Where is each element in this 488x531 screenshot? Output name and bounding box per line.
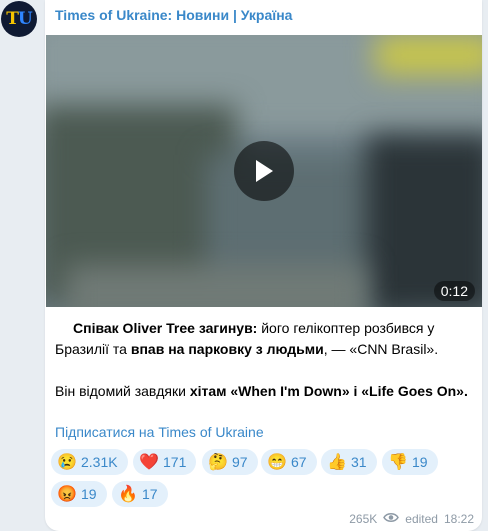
reaction-count: 19 — [412, 454, 428, 470]
video-blur-bottom — [66, 265, 366, 307]
message-line-1: Співак Oliver Tree загинув: його гелікоп… — [55, 318, 475, 339]
reaction-emoji: 😢 — [57, 454, 77, 471]
eye-icon — [383, 512, 400, 526]
reaction-count: 17 — [142, 486, 158, 502]
message-text-2: Бразилії та — [55, 341, 131, 357]
reaction-emoji: 👎 — [388, 454, 408, 471]
message-bold-3-end: . — [463, 383, 468, 399]
reaction-cry[interactable]: 😢 2.31K — [51, 449, 128, 475]
message-time: 18:22 — [443, 512, 474, 526]
reaction-count: 97 — [232, 454, 248, 470]
video-player[interactable]: 0:12 — [46, 35, 482, 307]
reaction-fire[interactable]: 🔥 17 — [112, 481, 168, 507]
reaction-emoji: 😁 — [267, 454, 287, 471]
reaction-heart[interactable]: ❤️ 171 — [133, 449, 197, 475]
play-icon — [256, 160, 273, 182]
subscribe-link[interactable]: Підписатися на Times of Ukraine — [55, 424, 264, 440]
channel-avatar[interactable]: TU — [1, 1, 37, 37]
avatar-letter-u: U — [17, 9, 33, 29]
views-count: 265K — [349, 512, 378, 526]
reaction-count: 19 — [81, 486, 97, 502]
message-text-2b: , — «CNN Brasil». — [323, 341, 439, 357]
reaction-thumbs-down[interactable]: 👎 19 — [382, 449, 438, 475]
video-duration: 0:12 — [433, 281, 475, 301]
reaction-count: 31 — [351, 454, 367, 470]
reaction-emoji: 👍 — [327, 454, 347, 471]
reaction-emoji: 😡 — [57, 486, 77, 503]
channel-name[interactable]: Times of Ukraine: Новини | Україна — [55, 7, 292, 23]
video-blur-yellow — [376, 35, 482, 75]
message-text: Співак Oliver Tree загинув: його гелікоп… — [55, 318, 475, 402]
message-bubble: Times of Ukraine: Новини | Україна 0:12 … — [45, 0, 482, 531]
reaction-thinking[interactable]: 🤔 97 — [202, 449, 258, 475]
message-text-3: Він відомий завдяки — [55, 383, 190, 399]
message-bold-3: хітам «When I'm Down» і «Life Goes On» — [189, 383, 464, 399]
edited-label: edited — [405, 512, 438, 526]
reaction-angry[interactable]: 😡 19 — [51, 481, 107, 507]
play-button[interactable] — [234, 141, 294, 201]
message-text-1: його гелікоптер розбився у — [257, 320, 435, 336]
reaction-count: 171 — [163, 454, 187, 470]
message-bold-2: впав на парковку з людьми — [130, 341, 324, 357]
avatar-letter-t: T — [6, 9, 19, 29]
reaction-count: 67 — [291, 454, 307, 470]
message-bold-1: Співак Oliver Tree загинув: — [73, 320, 258, 336]
message-line-2: Бразилії та впав на парковку з людьми, —… — [55, 339, 475, 360]
reaction-emoji: 🤔 — [208, 454, 228, 471]
reaction-count: 2.31K — [81, 454, 118, 470]
message-line-3: Він відомий завдяки хітам «When I'm Down… — [55, 381, 475, 402]
reaction-emoji: ❤️ — [139, 454, 159, 471]
reaction-thumbs-up[interactable]: 👍 31 — [321, 449, 377, 475]
reaction-grin[interactable]: 😁 67 — [261, 449, 317, 475]
reaction-emoji: 🔥 — [118, 486, 138, 503]
message-footer: 265K edited 18:22 — [343, 512, 474, 526]
